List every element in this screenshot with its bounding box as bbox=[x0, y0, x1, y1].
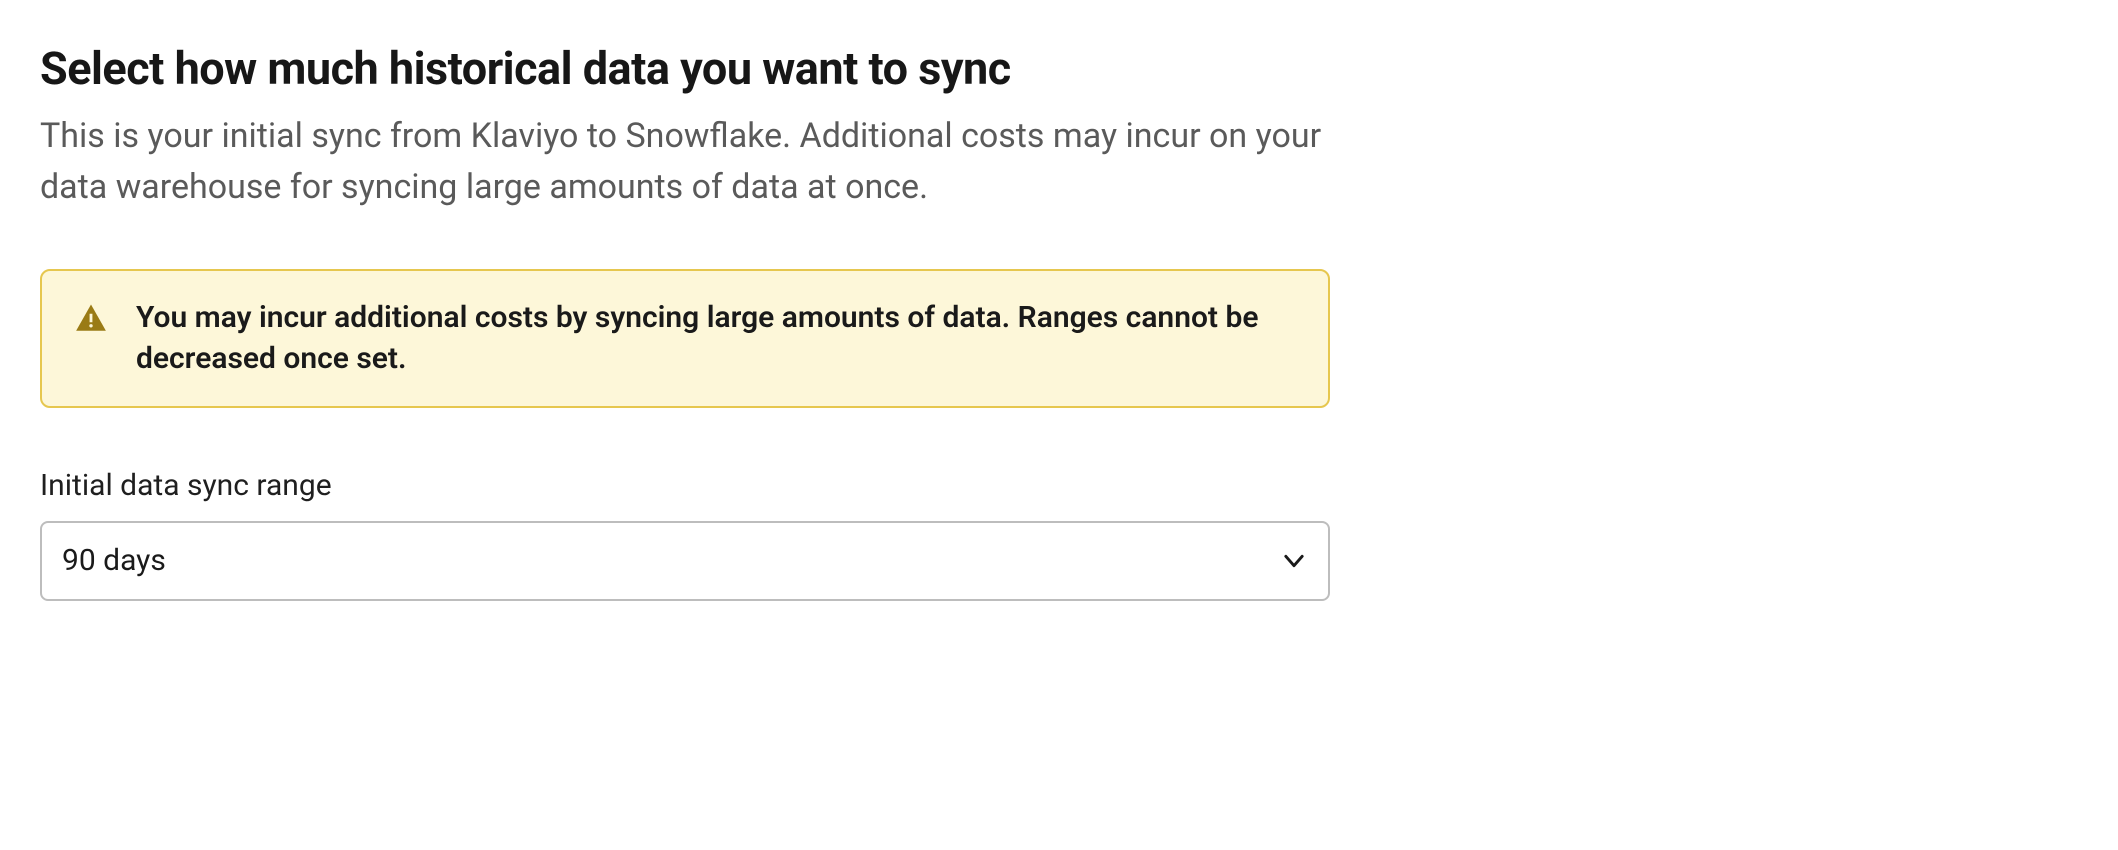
sync-range-select[interactable]: 90 days bbox=[40, 521, 1330, 601]
sync-range-label: Initial data sync range bbox=[40, 468, 2078, 503]
warning-triangle-icon bbox=[74, 301, 108, 335]
page-heading: Select how much historical data you want… bbox=[40, 42, 2078, 95]
page-description: This is your initial sync from Klaviyo t… bbox=[40, 111, 1340, 213]
warning-alert: You may incur additional costs by syncin… bbox=[40, 269, 1330, 408]
warning-alert-text: You may incur additional costs by syncin… bbox=[136, 297, 1296, 380]
sync-range-select-wrapper: 90 days bbox=[40, 521, 1330, 601]
